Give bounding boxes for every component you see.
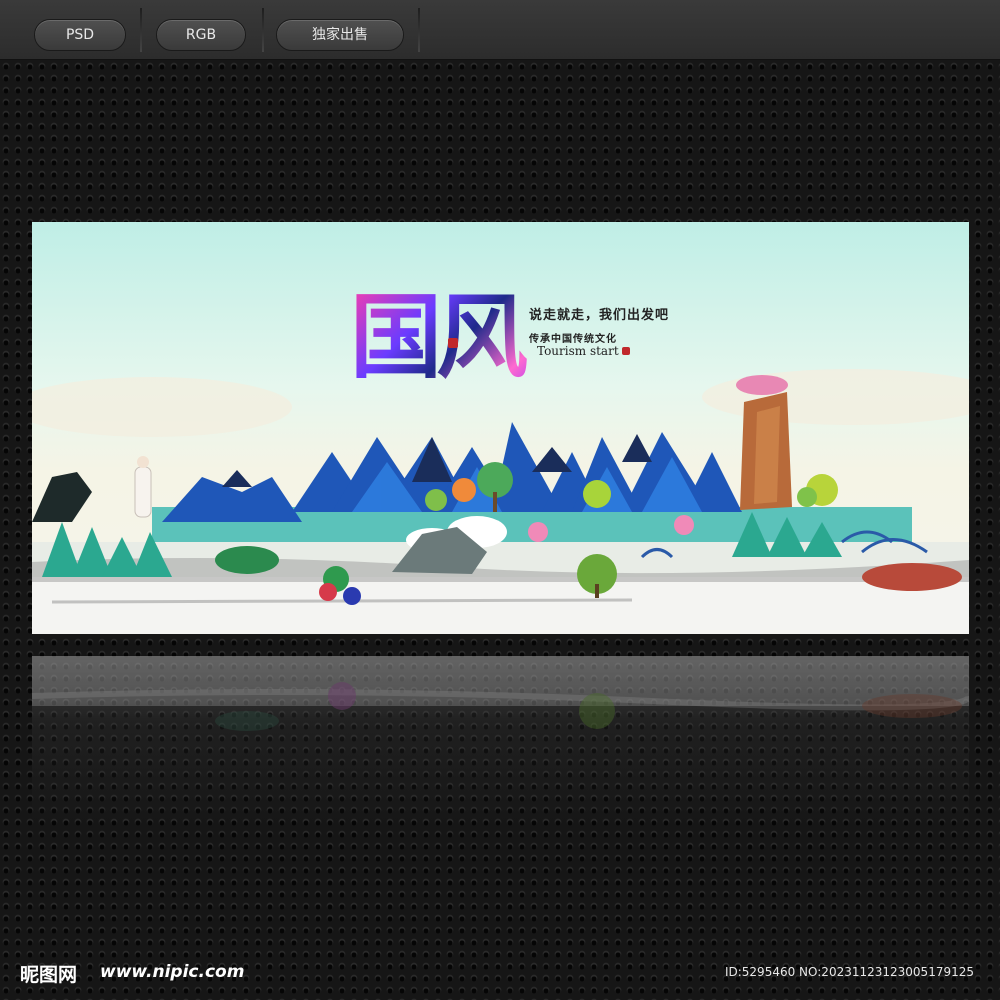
poster-slogan: 说走就走，我们出发吧 xyxy=(529,308,670,323)
poster-subtitle: 传承中国传统文化 xyxy=(529,334,617,345)
toolbar-separator xyxy=(262,8,264,52)
toolbar-separator xyxy=(140,8,142,52)
rgb-button[interactable]: RGB xyxy=(156,19,246,51)
toolbar-separator xyxy=(418,8,420,52)
red-seal-icon xyxy=(448,338,458,348)
poster-reflection xyxy=(32,656,969,826)
nipic-logo[interactable]: 昵图网 xyxy=(20,960,77,987)
red-seal-icon xyxy=(622,347,630,355)
toolbar: PSD RGB 独家出售 xyxy=(0,0,1000,60)
poster-title: 国风 xyxy=(350,282,550,392)
poster-english-tagline: Tourism start xyxy=(537,344,619,358)
nipic-url-link[interactable]: www.nipic.com xyxy=(100,962,244,982)
image-id-text: ID:5295460 NO:20231123123005179125 xyxy=(724,965,974,979)
exclusive-sale-button[interactable]: 独家出售 xyxy=(276,19,404,51)
poster-preview[interactable]: 国风 说走就走，我们出发吧 传承中国传统文化 Tourism start xyxy=(32,222,969,634)
psd-button[interactable]: PSD xyxy=(34,19,126,51)
